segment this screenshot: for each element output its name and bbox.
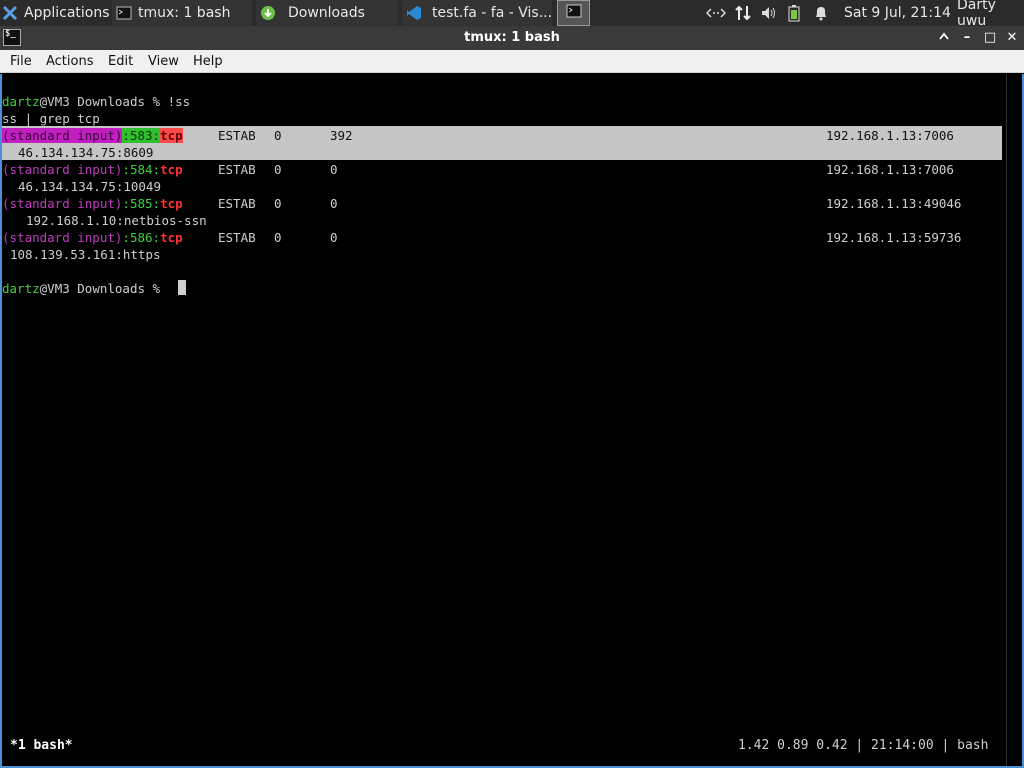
vscode-icon [406,5,422,21]
row-recvq: 0 [274,128,282,143]
transfer-icon[interactable] [734,0,752,26]
xfce-logo-icon [2,5,18,21]
menu-view[interactable]: View [148,54,179,69]
prompt-host: @VM3 Downloads % [39,94,168,109]
maximize-button[interactable]: □ [981,28,999,48]
row-sendq: 392 [330,128,353,143]
grep-match: tcp [160,162,183,177]
applications-label: Applications [24,5,110,21]
menu-bar: File Actions Edit View Help [0,50,1024,73]
chevron-up-icon[interactable] [935,28,953,48]
menu-file[interactable]: File [10,54,32,69]
grep-match: tcp [160,196,183,211]
prompt-host: @VM3 Downloads % [39,281,168,296]
output-row: (standard input):583:tcp [2,128,183,143]
battery-icon[interactable] [788,0,800,26]
row-state: ESTAB [218,196,256,211]
clock[interactable]: Sat 9 Jul, 21:14 [844,0,951,26]
taskbar-item-active-terminal[interactable] [557,0,590,26]
window-title: tmux: 1 bash [464,30,560,45]
menu-actions[interactable]: Actions [46,54,94,69]
output-row: (standard input):584:tcp [2,162,183,177]
row-local-address: 192.168.1.13:59736 [826,230,962,245]
expanded-command: ss | grep tcp [2,111,100,126]
row-local-address: 192.168.1.13:7006 [826,162,954,177]
network-icon[interactable] [706,0,726,26]
taskbar-item-tmux[interactable]: tmux: 1 bash [112,0,252,26]
terminal-icon [566,3,582,23]
row-local-address: 192.168.1.13:7006 [826,128,954,143]
row-state: ESTAB [218,162,256,177]
row-state: ESTAB [218,230,256,245]
tmux-status-right: 1.42 0.89 0.42 | 21:14:00 | bash [738,738,989,753]
close-button[interactable]: ✕ [1003,28,1021,48]
row-recvq: 0 [274,196,282,211]
grep-line-number: 586 [129,230,153,245]
command-text: !ss [167,94,191,109]
row-sendq: 0 [330,230,338,245]
grep-source: (standard input) [2,196,123,211]
taskbar-label: tmux: 1 bash [138,5,231,21]
applications-menu[interactable]: Applications [2,0,110,26]
volume-icon[interactable] [760,0,778,26]
terminal-cursor [178,280,186,295]
taskbar-item-downloads[interactable]: Downloads [256,0,398,26]
prompt-user: dartz [2,94,40,109]
download-icon [260,5,276,21]
output-row: (standard input):586:tcp [2,230,183,245]
taskbar-label: test.fa - fa - Vis... [432,5,552,21]
user-menu[interactable]: Darty uwu [957,0,1024,29]
terminal-scrollbar[interactable] [1006,74,1022,766]
menu-edit[interactable]: Edit [108,54,133,69]
row-sendq: 0 [330,162,338,177]
prompt-line: dartz@VM3 Downloads % [2,280,168,297]
notification-bell-icon[interactable] [814,0,828,26]
row-recvq: 0 [274,162,282,177]
row-local-address: 192.168.1.13:49046 [826,196,962,211]
row-peer-address: 108.139.53.161:https [10,247,161,262]
prompt-user: dartz [2,281,40,296]
window-titlebar[interactable]: $_ tmux: 1 bash – □ ✕ [0,26,1024,50]
grep-match: tcp [160,128,183,143]
row-sendq: 0 [330,196,338,211]
output-row: (standard input):585:tcp [2,196,183,211]
tmux-window-name[interactable]: *1 bash* [10,738,73,753]
row-recvq: 0 [274,230,282,245]
minimize-button[interactable]: – [958,28,976,48]
terminal-icon [116,5,132,21]
grep-line-number: 584 [129,162,153,177]
taskbar-item-vscode[interactable]: test.fa - fa - Vis... [402,0,552,26]
row-peer-address: 46.134.134.75:8609 [18,145,154,160]
row-state: ESTAB [218,128,256,143]
grep-source: (standard input) [2,162,123,177]
row-peer-address: 192.168.1.10:netbios-ssn [26,213,207,228]
menu-help[interactable]: Help [193,54,223,69]
grep-source: (standard input) [2,230,123,245]
grep-line-number: 583 [129,128,153,143]
prompt-line: dartz@VM3 Downloads % !ss [2,93,190,110]
top-panel: Applications tmux: 1 bash Downloads test… [0,0,1024,29]
taskbar-label: Downloads [288,5,365,21]
row-peer-address: 46.134.134.75:10049 [18,179,161,194]
grep-match: tcp [160,230,183,245]
grep-line-number: 585 [129,196,153,211]
grep-source: (standard input) [2,128,123,143]
